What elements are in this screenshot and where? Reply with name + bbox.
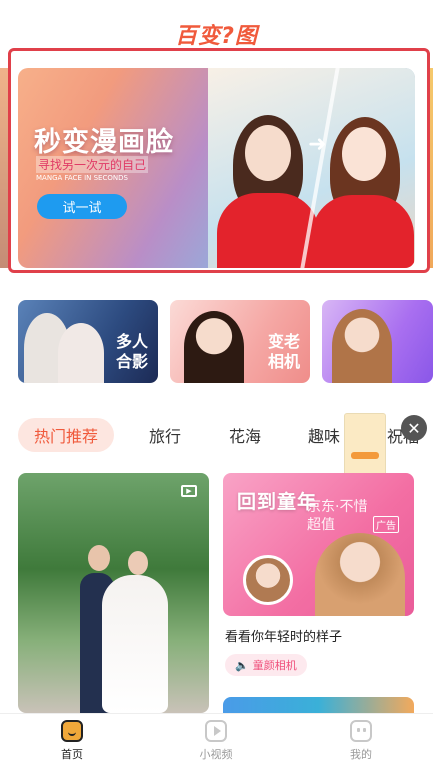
tab-mine[interactable]: 我的 [321,720,401,762]
card-bride-head [128,551,148,575]
floating-ad-button [351,452,379,459]
feature-multi-label: 多人 合影 [116,332,148,372]
card-before-thumbnail [243,555,293,605]
home-icon [61,720,83,742]
close-icon[interactable]: ✕ [401,415,427,441]
feature-aging-camera[interactable]: 变老 相机 [170,300,310,383]
category-flowers[interactable]: 花海 [229,418,261,452]
app-logo: 百变?图 [175,24,258,49]
tab-video-label: 小视频 [199,748,233,761]
childhood-template-card[interactable]: 回到童年 京东·不惜 超值 广告 [223,473,414,616]
card-caption: 看看你年轻时的样子 [225,630,343,645]
category-fun[interactable]: 趣味 [308,418,340,452]
tab-home-label: 首页 [61,748,83,761]
card-heading: 回到童年 [237,491,318,513]
tab-home[interactable]: 首页 [32,720,112,762]
ad-badge: 广告 [373,516,399,533]
feature-third[interactable] [322,300,433,383]
feature-multi-photo[interactable]: 多人 合影 [18,300,158,383]
tab-video[interactable]: 小视频 [176,720,256,762]
tab-mine-label: 我的 [350,748,372,761]
banner-highlight-frame [8,48,430,273]
card-girl-photo [315,533,405,616]
category-hot[interactable]: 热门推荐 [18,418,115,452]
speaker-icon: 🔈 [235,658,249,672]
feature-aging-line1: 变老 [267,332,300,351]
category-travel[interactable]: 旅行 [149,418,181,452]
feature-aging-line2: 相机 [267,352,300,371]
ad-text-line1: 京东·不惜 [307,499,368,515]
feature-multi-line1: 多人 [115,332,148,351]
feature-aging-label: 变老 相机 [268,332,300,372]
card-tag-button[interactable]: 🔈 童颜相机 [225,654,307,676]
feature-tiles: 多人 合影 变老 相机 [18,300,433,383]
feature-multi-line2: 合影 [115,352,148,371]
profile-icon [350,720,372,742]
card-bride [102,575,168,713]
banner-prev-peek[interactable] [0,68,8,268]
card-groom-head [88,545,110,571]
video-play-icon [205,720,227,742]
ad-text-line2: 超值 [307,517,335,533]
wedding-template-card[interactable]: ▶ [18,473,209,713]
video-icon: ▶ [181,485,197,497]
card-tag-label: 童颜相机 [252,659,297,672]
bottom-tab-bar: 首页 小视频 我的 [0,713,433,769]
next-card-peek[interactable] [223,697,414,713]
